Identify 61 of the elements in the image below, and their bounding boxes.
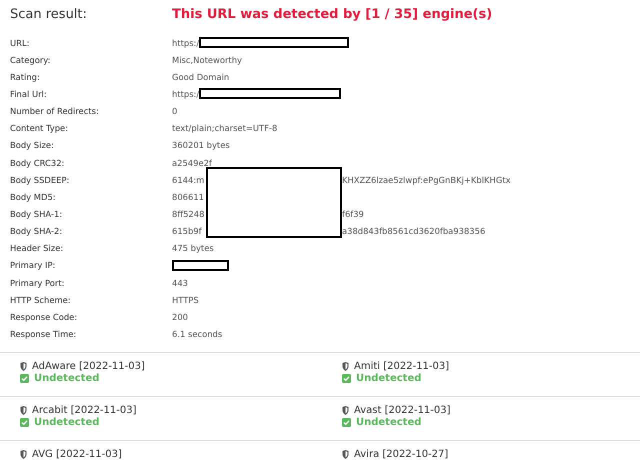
engine-name: Amiti [2022-11-03] xyxy=(354,360,450,372)
field-value: 443 xyxy=(172,278,188,288)
scan-result-label: Scan result: xyxy=(9,6,88,22)
field-label: Number of Redirects: xyxy=(9,106,100,116)
engine-name: Avast [2022-11-03] xyxy=(354,404,451,416)
field-value: https:/ xyxy=(172,38,200,48)
shield-icon xyxy=(20,450,27,459)
field-value: a2549e2f xyxy=(172,158,212,168)
shield-icon xyxy=(342,362,349,371)
engine-status: Undetected xyxy=(356,416,422,428)
shield-icon xyxy=(342,406,349,415)
field-label: Final Url: xyxy=(9,88,48,99)
field-value: 6.1 seconds xyxy=(172,328,222,339)
field-value: 8ff5248 xyxy=(172,208,206,219)
engine-name: AVG [2022-11-03] xyxy=(32,448,122,460)
shield-icon xyxy=(342,450,349,459)
field-value: 0 xyxy=(172,106,178,116)
engine-name: AdAware [2022-11-03] xyxy=(32,360,145,372)
shield-icon xyxy=(20,362,27,371)
field-value: 806611 xyxy=(172,192,205,202)
field-label: Rating: xyxy=(9,72,41,82)
field-value: a38d843fb8561cd3620fba938356 xyxy=(342,226,486,236)
field-value: text/plain;charset=UTF-8 xyxy=(172,123,278,134)
field-value: f6f39 xyxy=(342,208,364,219)
field-label: Response Time: xyxy=(9,328,78,339)
field-label: Body SHA-1: xyxy=(9,208,64,219)
field-value: HTTPS xyxy=(172,294,199,305)
field-value: 6144:m xyxy=(172,174,206,185)
checkbox-icon xyxy=(342,418,351,427)
field-value: 360201 bytes xyxy=(172,140,230,150)
field-label: Body CRC32: xyxy=(9,158,66,168)
field-value: 615b9f xyxy=(172,226,203,236)
field-label: HTTP Scheme: xyxy=(9,294,72,305)
field-label: Content Type: xyxy=(9,123,70,134)
engine-name: Arcabit [2022-11-03] xyxy=(32,404,137,416)
field-value: https:/ xyxy=(172,88,200,99)
engine-status: Undetected xyxy=(356,372,422,384)
field-label: Category: xyxy=(9,54,52,65)
field-value: 200 xyxy=(172,312,188,322)
verdict-text: This URL was detected by [1 / 35] engine(s) xyxy=(172,6,492,22)
shield-icon xyxy=(20,406,27,415)
field-label: URL: xyxy=(9,38,30,48)
engine-status: Undetected xyxy=(34,372,100,384)
field-label: Body Size: xyxy=(9,140,55,150)
field-value: Misc,Noteworthy xyxy=(172,54,242,65)
engine-name: Avira [2022-10-27] xyxy=(354,448,448,460)
field-label: Primary IP: xyxy=(9,260,56,270)
field-value: Good Domain xyxy=(172,72,230,82)
redaction-box xyxy=(172,260,229,271)
field-label: Response Code: xyxy=(9,312,78,322)
field-label: Body SHA-2: xyxy=(9,226,64,236)
field-label: Body SSDEEP: xyxy=(9,174,70,185)
field-value: 475 bytes xyxy=(172,243,214,254)
engine-status: Undetected xyxy=(34,416,100,428)
field-value: KHXZZ6lzae5zlwpf:ePgGnBKj+KblKHGtx xyxy=(342,174,511,185)
checkbox-icon xyxy=(20,374,29,383)
field-label: Body MD5: xyxy=(9,192,57,202)
field-label: Primary Port: xyxy=(9,278,66,288)
field-label: Header Size: xyxy=(9,243,64,254)
checkbox-icon xyxy=(342,374,351,383)
checkbox-icon xyxy=(20,418,29,427)
